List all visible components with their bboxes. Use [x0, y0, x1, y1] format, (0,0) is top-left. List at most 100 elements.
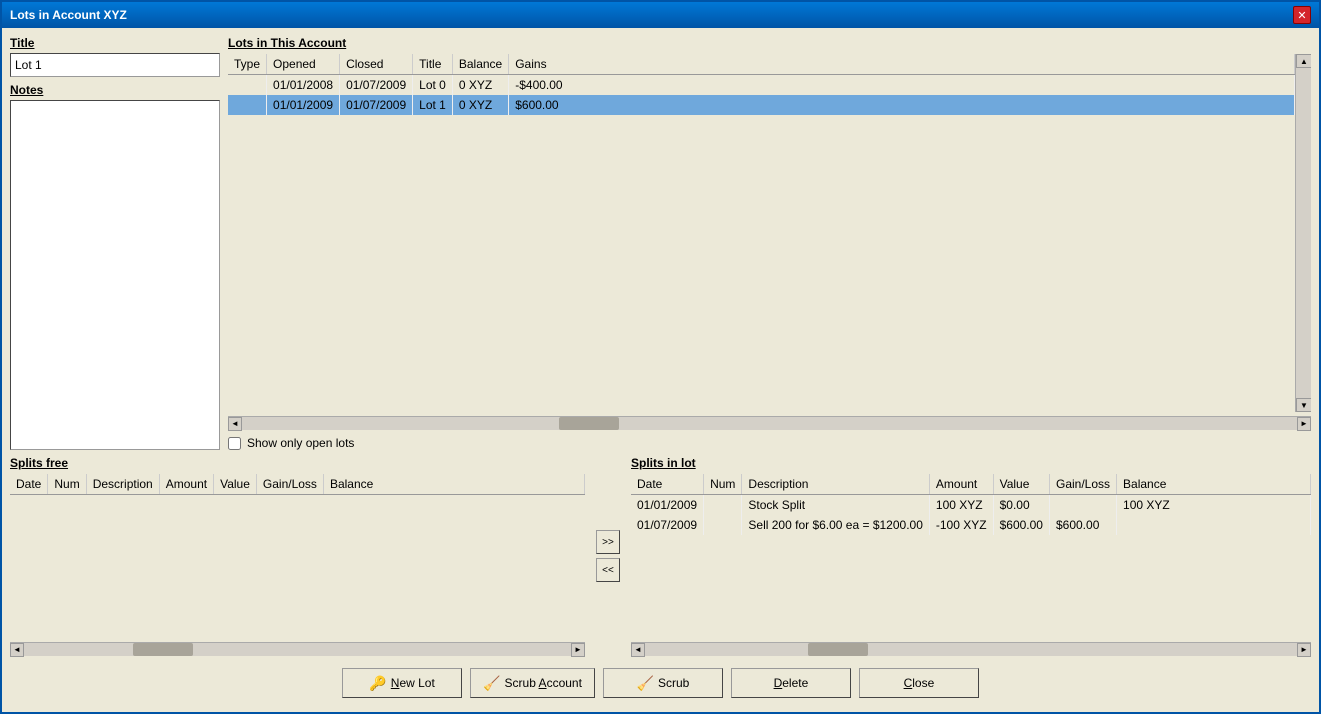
transfer-arrows: >> << [593, 456, 623, 656]
sl-col-amount: Amount [929, 474, 993, 495]
sl-col-value: Value [993, 474, 1049, 495]
action-buttons: 🔑 NNew Lotew Lot 🧹 Scrub Account 🧹 Scrub… [10, 662, 1311, 704]
row-gains: $600.00 [509, 95, 1295, 115]
row-closed: 01/07/2009 [340, 75, 413, 96]
scrub-account-button[interactable]: 🧹 Scrub Account [470, 668, 595, 698]
sf-scroll-right[interactable]: ► [571, 643, 585, 657]
table-row[interactable]: 01/01/2009 Stock Split 100 XYZ $0.00 100… [631, 495, 1311, 516]
row-opened: 01/01/2009 [267, 95, 340, 115]
row-type [228, 75, 267, 96]
scroll-h-track [242, 417, 1297, 430]
sf-col-balance: Balance [323, 474, 584, 495]
lots-vertical-scrollbar[interactable]: ▲ ▼ [1295, 54, 1311, 412]
sl-col-balance: Balance [1117, 474, 1311, 495]
delete-button[interactable]: Delete [731, 668, 851, 698]
sf-col-gainloss: Gain/Loss [256, 474, 323, 495]
scrub-account-icon: 🧹 [483, 675, 500, 692]
row-title: Lot 1 [413, 95, 453, 115]
sf-scroll-left[interactable]: ◄ [10, 643, 24, 657]
lots-col-gains: Gains [509, 54, 1295, 75]
sl-num [704, 495, 742, 516]
lots-col-closed: Closed [340, 54, 413, 75]
sl-desc: Stock Split [742, 495, 929, 516]
move-right-button[interactable]: >> [596, 530, 620, 554]
scroll-up-button[interactable]: ▲ [1296, 54, 1311, 68]
sl-balance: 100 XYZ [1117, 495, 1311, 516]
sl-value: $600.00 [993, 515, 1049, 535]
scroll-track [1296, 68, 1311, 398]
sf-col-desc: Description [86, 474, 159, 495]
show-open-lots-label[interactable]: Show only open lots [247, 436, 354, 450]
lots-col-title: Title [413, 54, 453, 75]
sl-gainloss [1049, 495, 1116, 516]
sf-col-value: Value [214, 474, 257, 495]
table-row[interactable]: 01/07/2009 Sell 200 for $6.00 ea = $1200… [631, 515, 1311, 535]
close-label: Close [904, 676, 935, 690]
sl-amount: -100 XYZ [929, 515, 993, 535]
row-balance: 0 XYZ [452, 75, 508, 96]
splits-free-title: Splits free [10, 456, 585, 470]
scrub-button[interactable]: 🧹 Scrub [603, 668, 723, 698]
sl-balance [1117, 515, 1311, 535]
row-type [228, 95, 267, 115]
splits-free-scroll[interactable]: Date Num Description Amount Value Gain/L… [10, 474, 585, 638]
new-lot-button[interactable]: 🔑 NNew Lotew Lot [342, 668, 462, 698]
lots-section-title: Lots in This Account [228, 36, 1311, 50]
notes-textarea[interactable] [10, 100, 220, 450]
scrub-icon: 🧹 [637, 675, 654, 692]
scroll-down-button[interactable]: ▼ [1296, 398, 1311, 412]
splits-free-horizontal-scrollbar[interactable]: ◄ ► [10, 642, 585, 656]
lots-col-balance: Balance [452, 54, 508, 75]
window-title: Lots in Account XYZ [10, 8, 127, 22]
sf-scroll-track [24, 643, 571, 656]
lots-table-scroll[interactable]: Type Opened Closed Title Balance Gains [228, 54, 1295, 412]
lots-table-wrapper: Type Opened Closed Title Balance Gains [228, 54, 1311, 412]
sl-num [704, 515, 742, 535]
top-section: Title Notes Lots in This Account [10, 36, 1311, 450]
sl-col-num: Num [704, 474, 742, 495]
new-lot-label: NNew Lotew Lot [391, 676, 435, 690]
splits-lot-scroll[interactable]: Date Num Description Amount Value Gain/L… [631, 474, 1311, 638]
lots-horizontal-scrollbar[interactable]: ◄ ► [228, 416, 1311, 430]
sl-col-gainloss: Gain/Loss [1049, 474, 1116, 495]
title-field-label: Title [10, 36, 220, 50]
row-opened: 01/01/2008 [267, 75, 340, 96]
close-button[interactable]: Close [859, 668, 979, 698]
scroll-left-button[interactable]: ◄ [228, 417, 242, 431]
show-open-lots-checkbox[interactable] [228, 437, 241, 450]
close-window-button[interactable]: ✕ [1293, 6, 1311, 24]
move-left-button[interactable]: << [596, 558, 620, 582]
splits-lot-table: Date Num Description Amount Value Gain/L… [631, 474, 1311, 535]
splits-in-lot-panel: Splits in lot Date Num Description Amoun… [631, 456, 1311, 656]
scroll-right-button[interactable]: ► [1297, 417, 1311, 431]
main-content: Title Notes Lots in This Account [2, 28, 1319, 712]
lots-panel: Lots in This Account Type Opened Closed … [228, 36, 1311, 450]
sl-date: 01/01/2009 [631, 495, 704, 516]
table-row[interactable]: 01/01/2008 01/07/2009 Lot 0 0 XYZ -$400.… [228, 75, 1295, 96]
new-lot-icon: 🔑 [369, 675, 386, 692]
sl-amount: 100 XYZ [929, 495, 993, 516]
sl-date: 01/07/2009 [631, 515, 704, 535]
title-input[interactable] [10, 53, 220, 77]
splits-lot-horizontal-scrollbar[interactable]: ◄ ► [631, 642, 1311, 656]
splits-free-panel: Splits free Date Num Description Amount [10, 456, 585, 656]
scrub-account-label: Scrub Account [505, 676, 582, 690]
sl-scroll-track [645, 643, 1297, 656]
lots-col-type: Type [228, 54, 267, 75]
sl-scroll-right[interactable]: ► [1297, 643, 1311, 657]
row-gains: -$400.00 [509, 75, 1295, 96]
row-balance: 0 XYZ [452, 95, 508, 115]
sl-desc: Sell 200 for $6.00 ea = $1200.00 [742, 515, 929, 535]
splits-in-lot-title: Splits in lot [631, 456, 1311, 470]
title-field-group: Title [10, 36, 220, 77]
sl-scroll-left[interactable]: ◄ [631, 643, 645, 657]
notes-field-label: Notes [10, 83, 220, 97]
title-bar: Lots in Account XYZ ✕ [2, 2, 1319, 28]
sf-col-amount: Amount [159, 474, 213, 495]
row-closed: 01/07/2009 [340, 95, 413, 115]
delete-label: Delete [774, 676, 809, 690]
lots-col-opened: Opened [267, 54, 340, 75]
lots-table: Type Opened Closed Title Balance Gains [228, 54, 1295, 115]
table-row[interactable]: 01/01/2009 01/07/2009 Lot 1 0 XYZ $600.0… [228, 95, 1295, 115]
left-panel: Title Notes [10, 36, 220, 450]
